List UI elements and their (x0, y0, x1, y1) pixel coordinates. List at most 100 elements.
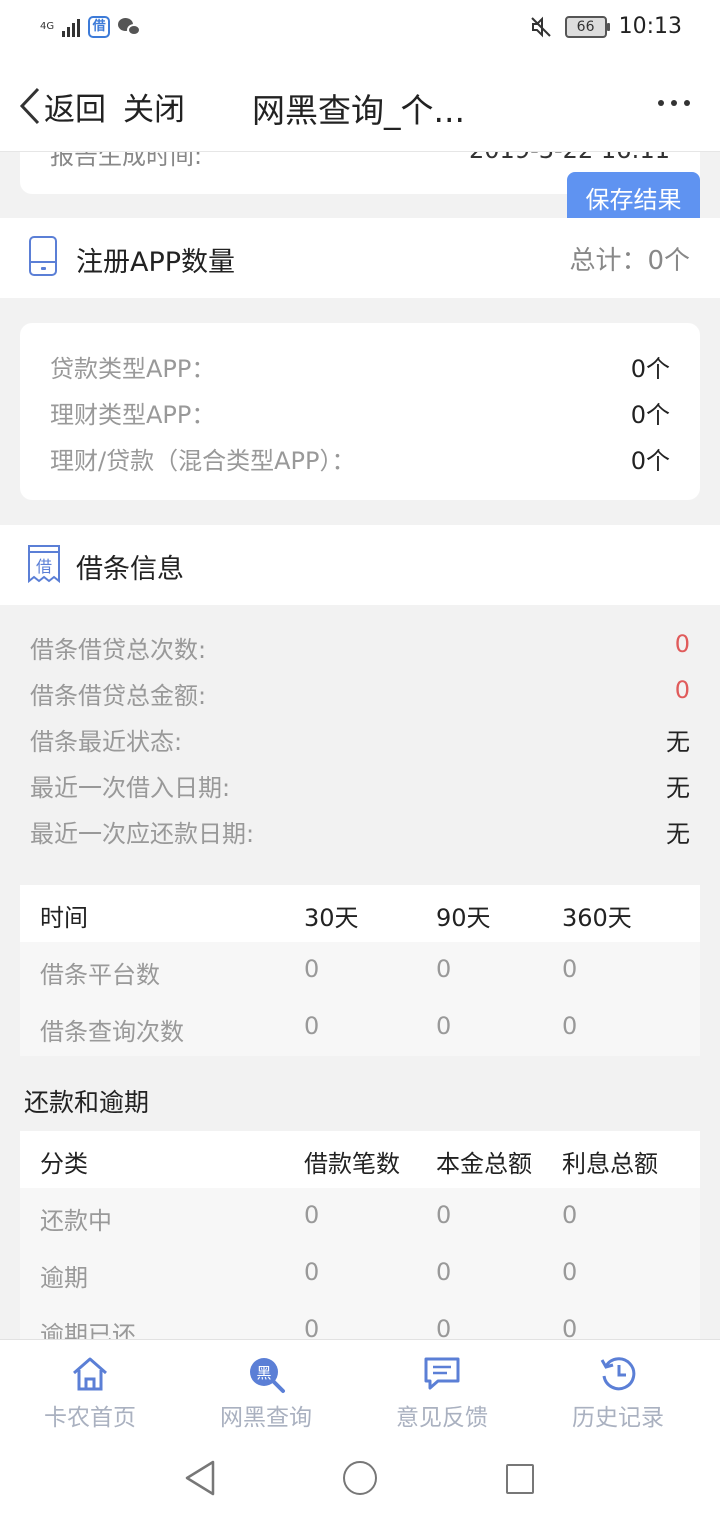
registered-apps-card: 贷款类型APP： 0个 理财类型APP： 0个 理财/贷款（混合类型APP）： … (20, 323, 700, 500)
table-row: 借条查询次数 0 0 0 (20, 999, 700, 1056)
table-cell: 0 (436, 1201, 452, 1229)
column-header: 360天 (562, 904, 632, 932)
table-cell: 0 (562, 1012, 578, 1040)
battery-icon: 66 (564, 15, 610, 38)
registered-apps-total: 总计：0个 (569, 246, 690, 276)
svg-text:借: 借 (36, 557, 52, 576)
table-cell: 借条平台数 (40, 961, 160, 989)
table-cell: 0 (562, 1258, 578, 1286)
table-cell: 还款中 (40, 1207, 112, 1235)
loan-app-icon: 借 (88, 16, 111, 38)
loan-info-label: 借条借贷总次数: (30, 636, 207, 664)
tab-history[interactable]: 历史记录 (528, 1340, 708, 1440)
tab-home[interactable]: 卡农首页 (0, 1340, 180, 1440)
table-cell: 0 (436, 1258, 452, 1286)
column-header: 30天 (304, 904, 359, 932)
loan-info-value: 无 (666, 820, 690, 848)
loan-info-row: 最近一次应还款日期: 无 (30, 808, 690, 852)
home-icon (73, 1357, 107, 1391)
table-cell: 0 (436, 1012, 452, 1040)
system-back-icon[interactable] (183, 1458, 217, 1498)
loan-info-value: 无 (666, 774, 690, 802)
loan-info-title: 借条信息 (76, 554, 184, 585)
app-count-row: 理财/贷款（混合类型APP）： 0个 (50, 435, 670, 475)
mute-icon (530, 16, 551, 37)
table-cell: 借条查询次数 (40, 1018, 184, 1046)
loan-info-value: 0 (674, 630, 690, 658)
table-cell: 0 (304, 1258, 320, 1286)
column-header: 利息总额 (562, 1150, 658, 1178)
loan-info-row: 最近一次借入日期: 无 (30, 762, 690, 806)
history-icon (600, 1357, 636, 1391)
tab-feedback[interactable]: 意见反馈 (352, 1340, 532, 1440)
back-button[interactable]: 返回 (44, 84, 106, 129)
table-cell: 0 (304, 1201, 320, 1229)
table-row: 逾期 0 0 0 (20, 1245, 700, 1302)
chevron-left-icon[interactable] (18, 86, 42, 126)
close-button[interactable]: 关闭 (123, 84, 185, 129)
registered-apps-header: 注册APP数量 总计：0个 (0, 218, 720, 298)
feedback-icon (424, 1357, 460, 1390)
report-time-label: 报告生成时间: (50, 152, 203, 170)
app-count-label: 理财类型APP： (50, 401, 216, 429)
more-icon[interactable] (658, 100, 690, 106)
loan-info-label: 最近一次借入日期: (30, 774, 231, 802)
app-count-value: 0个 (630, 401, 670, 429)
blacklist-search-icon: 黑 (250, 1358, 285, 1393)
column-header: 分类 (40, 1150, 88, 1178)
loan-info-row: 借条最近状态: 无 (30, 716, 690, 760)
loan-info-row: 借条借贷总金额: 0 (30, 670, 690, 714)
system-recents-icon[interactable] (506, 1464, 534, 1494)
app-count-row: 理财类型APP： 0个 (50, 389, 670, 429)
loan-info-label: 借条最近状态: (30, 728, 183, 756)
bottom-tab-bar: 卡农首页 黑 网黑查询 意见反馈 历史记录 (0, 1339, 720, 1440)
table-header-row: 分类 借款笔数 本金总额 利息总额 (20, 1131, 700, 1188)
report-time-value: 2019-3-22 16:11 (469, 152, 670, 164)
app-count-label: 理财/贷款（混合类型APP）： (50, 447, 356, 475)
loan-info-label: 借条借贷总金额: (30, 682, 207, 710)
loan-note-icon: 借 (28, 545, 60, 584)
app-count-value: 0个 (630, 447, 670, 475)
app-count-value: 0个 (630, 355, 670, 383)
table-cell: 0 (562, 1201, 578, 1229)
loan-info-value: 0 (674, 676, 690, 704)
table-cell: 逾期 (40, 1264, 88, 1292)
tab-label: 历史记录 (572, 1405, 664, 1431)
table-cell: 0 (436, 955, 452, 983)
tab-label: 意见反馈 (396, 1405, 488, 1431)
status-right: 66 10:13 (529, 14, 682, 39)
signal-icon (62, 17, 81, 37)
table-row: 还款中 0 0 0 (20, 1188, 700, 1245)
column-header: 90天 (436, 904, 491, 932)
table-cell: 0 (304, 1012, 320, 1040)
system-home-icon[interactable] (343, 1461, 377, 1495)
loan-info-label: 最近一次应还款日期: (30, 820, 255, 848)
svg-text:黑: 黑 (256, 1364, 271, 1382)
tab-label: 卡农首页 (44, 1405, 136, 1431)
table-cell: 0 (562, 955, 578, 983)
loan-info-row: 借条借贷总次数: 0 (30, 624, 690, 668)
column-header: 本金总额 (436, 1150, 532, 1178)
app-count-row: 贷款类型APP： 0个 (50, 343, 670, 383)
page-title: 网黑查询_个... (252, 91, 465, 130)
column-header: 时间 (40, 904, 88, 932)
navigation-bar: 返回 关闭 网黑查询_个... (0, 56, 720, 152)
tab-label: 网黑查询 (220, 1405, 312, 1431)
repayment-table: 分类 借款笔数 本金总额 利息总额 还款中 0 0 0 逾期 0 0 0 逾期已… (20, 1131, 700, 1359)
table-row: 借条平台数 0 0 0 (20, 942, 700, 999)
loan-info-header: 借 借条信息 (0, 525, 720, 605)
table-header-row: 时间 30天 90天 360天 (20, 885, 700, 942)
loan-platform-table: 时间 30天 90天 360天 借条平台数 0 0 0 借条查询次数 0 0 0 (20, 885, 700, 1056)
status-left: 4G 借 (40, 16, 142, 38)
phone-icon (29, 236, 57, 276)
network-type: 4G (40, 21, 55, 32)
repayment-overdue-title: 还款和逾期 (24, 1088, 150, 1117)
system-navigation-bar (0, 1440, 720, 1520)
wechat-icon (118, 16, 142, 38)
clock: 10:13 (618, 14, 682, 39)
loan-info-value: 无 (666, 728, 690, 756)
column-header: 借款笔数 (304, 1150, 400, 1178)
app-count-label: 贷款类型APP： (50, 355, 216, 383)
status-bar: 4G 借 66 10:13 (0, 0, 720, 56)
tab-blacklist-search[interactable]: 黑 网黑查询 (176, 1340, 356, 1440)
